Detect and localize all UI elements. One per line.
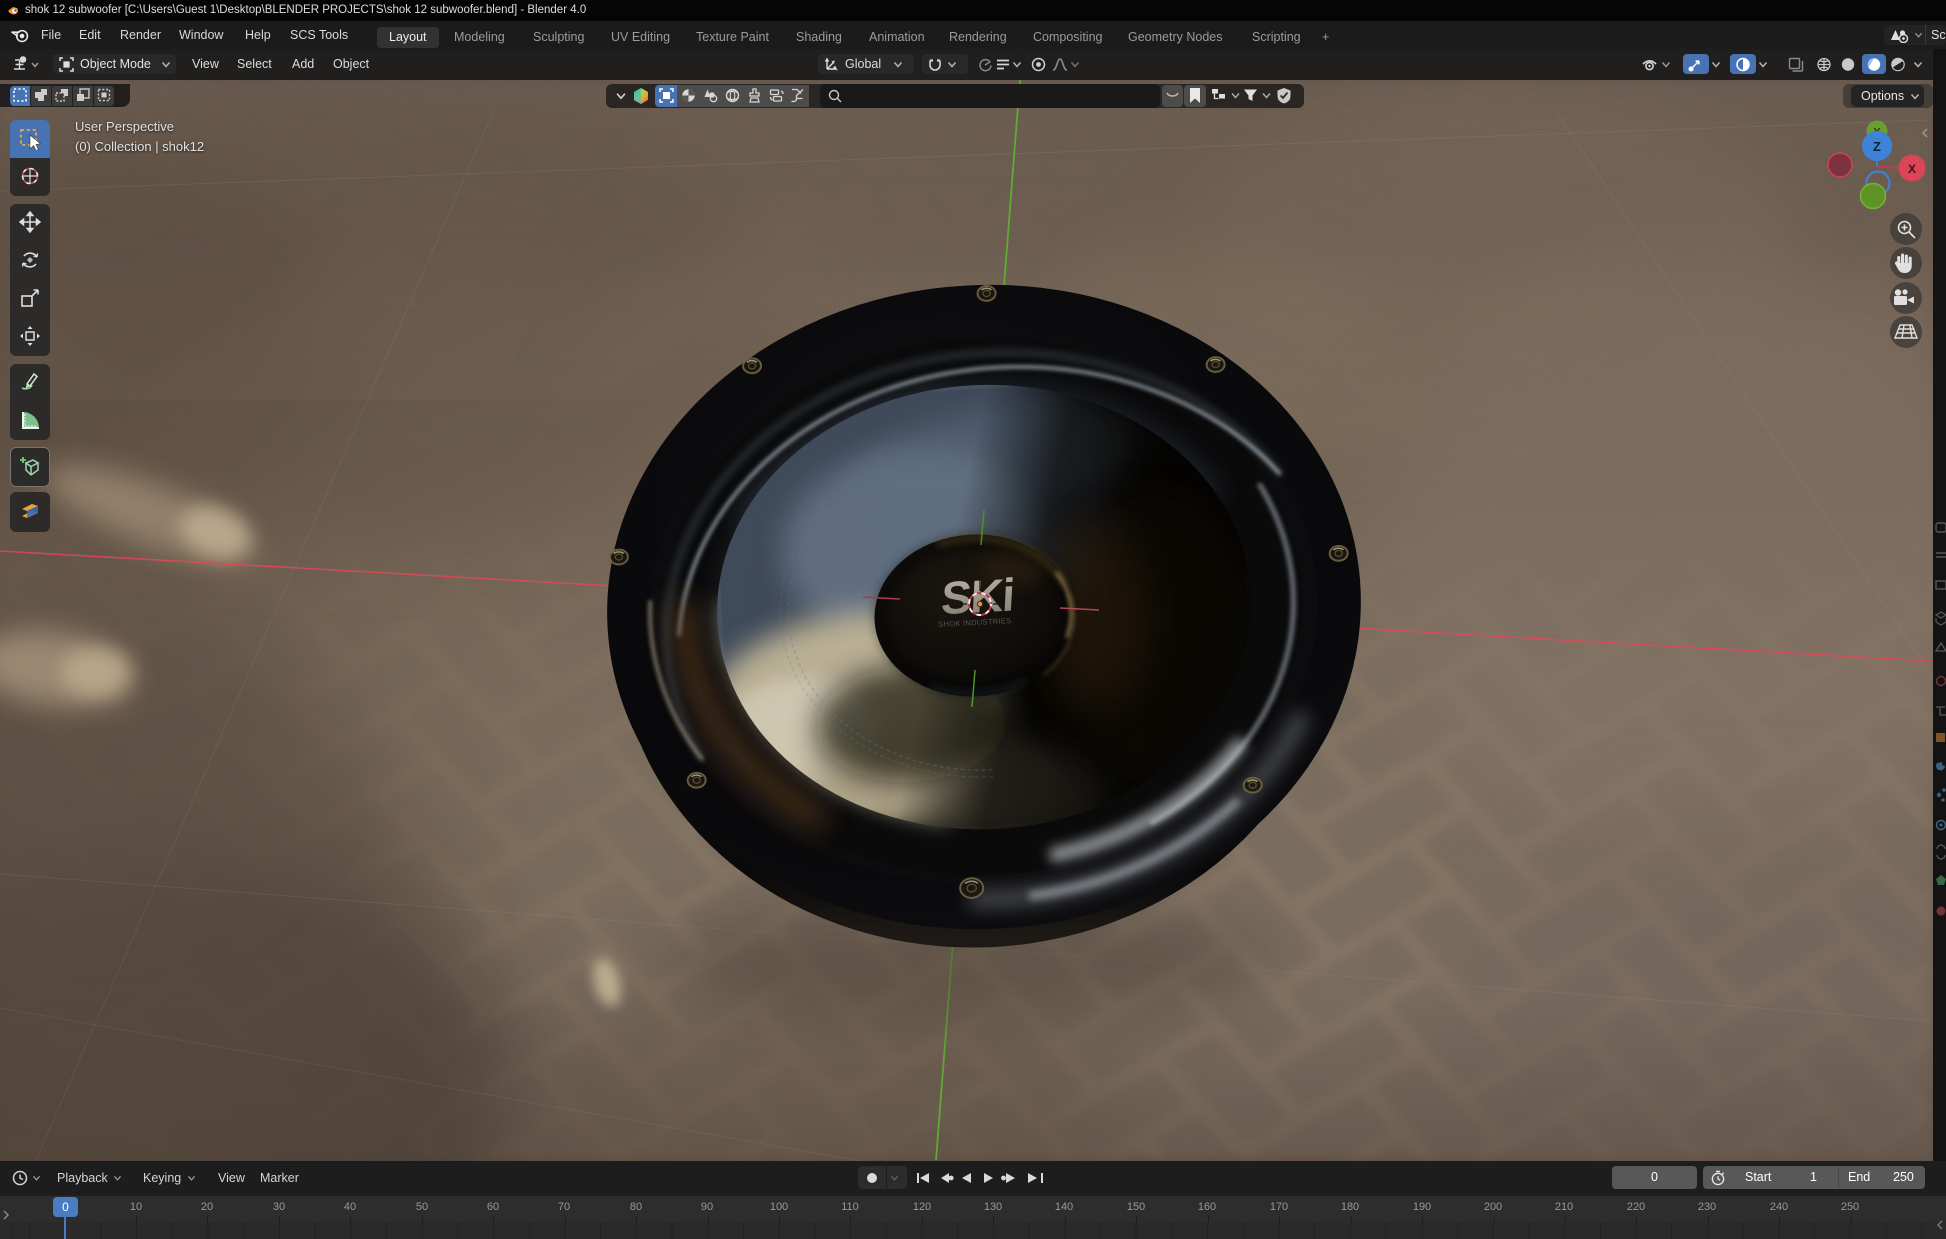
svg-text:Z: Z	[1873, 139, 1881, 154]
svg-text:X: X	[1908, 162, 1916, 176]
